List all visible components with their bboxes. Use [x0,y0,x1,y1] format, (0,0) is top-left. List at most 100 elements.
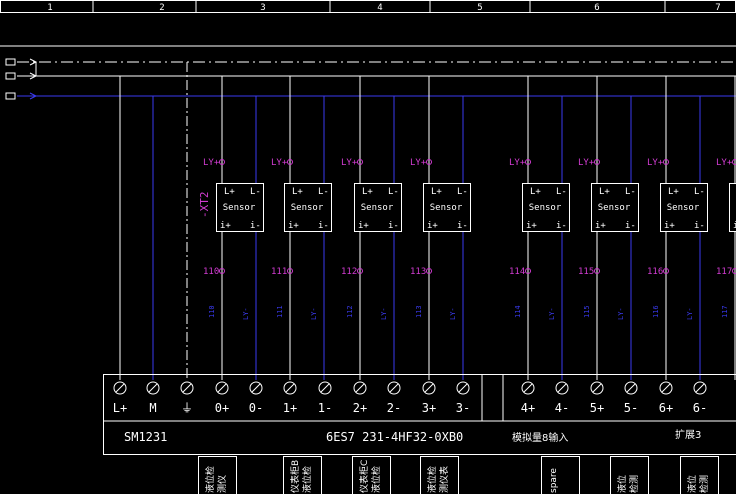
rotated-wire-label: LY- [310,307,318,320]
terminal-label: 3- [456,401,470,415]
label-text-1: 仪表柜C [358,460,370,493]
sensor-plus: L+ [431,187,442,197]
terminal-label: 2+ [353,401,367,415]
label-text-1: spare [549,468,559,493]
sensor-top-label: LY+ [203,158,220,168]
sensor-in-plus: i+ [427,221,438,231]
sensor-minus: L- [318,187,329,197]
rotated-wire-label: 115 [583,305,591,318]
sensor-5: LY+ 114 114 LY- L+ L- Sensor i+ i- [509,76,570,380]
terminal-label: 2- [387,401,401,415]
ruler-col-7: 7 [715,3,720,13]
label-text-2: 测仪表 [438,466,450,493]
ruler-frame [0,0,736,13]
sensor-in-plus: i+ [595,221,606,231]
sensor-2: LY+ 111 111 LY- L+ L- Sensor i+ i- [271,76,332,380]
ruler-col-5: 5 [477,3,482,13]
terminal-slot [626,383,636,393]
sensor-in-minus: i- [556,221,567,231]
label-text-1: 液位 [686,475,698,493]
wiring-diagram: 1 2 3 4 5 6 7 -XT2 LY+ 110 110 LY- L+ L- Senso… [0,0,736,494]
sensor-8: LY+117117LY-L+L-Sensori+i- [716,76,736,380]
bottom-label-7: 液位 检测 [680,456,719,494]
sensor-name: Sensor [529,203,562,213]
bottom-label-2: 仪表柜B 液位检 [283,456,322,494]
sensor-top-label: LY+ [410,158,427,168]
sensor-minus: L- [556,187,567,197]
rail-terminal-2 [5,72,16,80]
sensor-in-minus: i- [250,221,261,231]
label-text-1: 仪表柜B [289,460,301,493]
terminal-slot [695,383,705,393]
rotated-wire-label: LY- [449,307,457,320]
bottom-label-4: 液位检 测仪表 [420,456,459,494]
rotated-wire-label: LY- [380,307,388,320]
label-text-2: 液位检 [370,466,382,493]
sensor-in-plus: i+ [526,221,537,231]
sensor-in-plus: i+ [220,221,231,231]
wire-number: 112 [341,267,357,277]
sensor-minus: L- [457,187,468,197]
rail-terminal-1 [5,58,16,66]
sensor-top-label: LY+ [509,158,526,168]
label-text-1: 液位 [616,475,628,493]
terminal-slot [389,383,399,393]
module-expansion: 扩展3 [675,428,701,441]
sensor-3: LY+ 112 112 LY- L+ L- Sensor i+ i- [341,76,402,380]
sensor-in-minus: i- [318,221,329,231]
sensor-top-label: LY+ [647,158,664,168]
terminal-slot [320,383,330,393]
terminal-slot [557,383,567,393]
label-text-2: 检测 [628,475,640,493]
sensor-in-minus: i- [694,221,705,231]
terminal-slot [217,383,227,393]
terminal-label: 3+ [422,401,436,415]
bottom-label-5: spare [541,456,580,494]
wire-number: 114 [509,267,525,277]
rotated-wire-label: 113 [415,305,423,318]
wire-number: 116 [647,267,663,277]
sensor-in-minus: i- [625,221,636,231]
sensor-in-plus: i+ [664,221,675,231]
sensor-minus: L- [694,187,705,197]
module-description: 模拟量8输入 [512,431,568,444]
sensor-in-plus: i+ [358,221,369,231]
label-text-2: 测仪 [217,475,228,493]
sensor-top-label: LY+ [341,158,358,168]
sensor-1: LY+ 110 110 LY- L+ L- Sensor i+ i- [203,76,264,380]
terminal-slot [115,383,125,393]
module-part-number: 6ES7 231-4HF32-0XB0 [326,430,463,444]
terminal-label: 0+ [215,401,229,415]
sensor-plus: L+ [292,187,303,197]
terminal-slot [148,383,158,393]
ruler-col-6: 6 [594,3,599,13]
terminal-label: 6+ [659,401,673,415]
sensor-top-label: LY+ [271,158,288,168]
terminal-label: ⏚ [181,401,193,415]
rotated-wire-label: LY- [242,307,250,320]
sensor-name: Sensor [667,203,700,213]
rotated-wire-label: LY- [686,307,694,320]
ruler-col-4: 4 [377,3,382,13]
module-name: SM1231 [124,430,167,444]
terminal-slot [285,383,295,393]
sensor-7: LY+ 116 116 LY- L+ L- Sensor i+ i- [647,76,708,380]
sensor-group: LY+ 110 110 LY- L+ L- Sensor i+ i- LY+ 111 111 LY- L+… [203,76,736,380]
sensor-plus: L+ [530,187,541,197]
sensor-in-plus: i+ [288,221,299,231]
sensor-name: Sensor [223,203,256,213]
terminal-label: 5+ [590,401,604,415]
bottom-label-1: 液位检 测仪 [198,456,237,494]
terminal-label: L+ [113,401,127,415]
sensor-name: Sensor [361,203,394,213]
terminal-slot [523,383,533,393]
bottom-label-6: 液位 检测 [610,456,649,494]
sm1231-module: L+ M ⏚ 0+ 0- 1+ 1- 2+ 2- 3+ 3- 4+ 4- 5+ 5- 6+ 6- SM1231 … [103,374,736,455]
sensor-minus: L- [388,187,399,197]
rail-terminal-3 [5,92,16,100]
bottom-label-3: 仪表柜C 液位检 [352,456,391,494]
label-text-1: 液位检 [426,466,438,493]
power-rails [5,58,736,100]
wire-number: 117 [716,267,732,277]
sensor-name: Sensor [430,203,463,213]
